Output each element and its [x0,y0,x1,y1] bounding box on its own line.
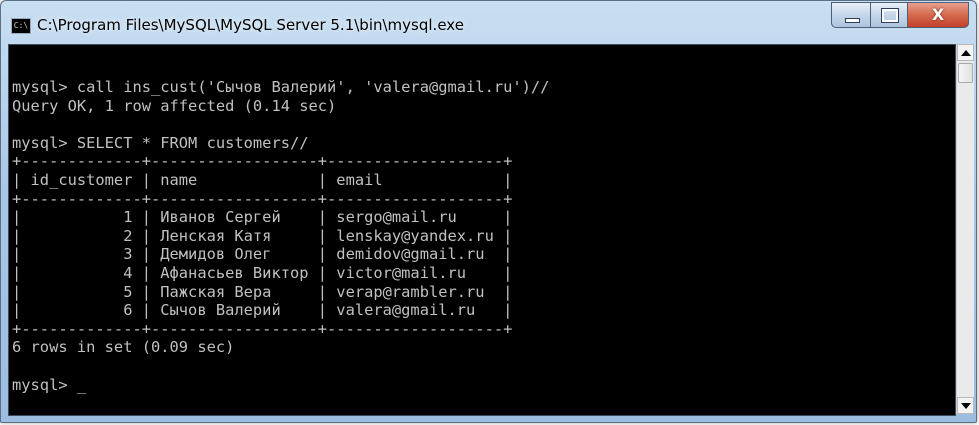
console-line: 6 rows in set (0.09 sec) [12,338,235,357]
console-window: C:\ C:\Program Files\MySQL\MySQL Server … [0,0,977,423]
scrollbar-thumb[interactable] [958,63,973,83]
vertical-scrollbar[interactable] [956,44,974,414]
console-text: mysql> call ins_cust('Сычов Валерий', 'v… [12,78,549,394]
console-output-area[interactable]: mysql> call ins_cust('Сычов Валерий', 'v… [8,44,956,416]
scroll-up-arrow-icon [961,50,971,56]
console-app-icon[interactable]: C:\ [11,18,31,34]
console-line: | 6 | Сычов Валерий | valera@gmail.ru | [12,301,513,320]
console-line: | 3 | Демидов Олег | demidov@gmail.ru | [12,245,513,264]
console-line: mysql> SELECT * FROM customers// [12,133,309,152]
console-line: +-------------+------------------+------… [12,152,513,171]
close-button[interactable]: X [907,2,969,28]
console-line: Query OK, 1 row affected (0.14 sec) [12,96,337,115]
minimize-button[interactable] [831,2,871,28]
console-line: mysql> call ins_cust('Сычов Валерий', 'v… [12,78,550,96]
console-line: | id_customer | name | email | [12,170,513,189]
console-line: mysql> [12,375,77,394]
console-line: +-------------+------------------+------… [12,319,513,338]
console-line: | 2 | Ленская Катя | lenskay@yandex.ru | [12,226,513,245]
title-bar[interactable]: C:\ C:\Program Files\MySQL\MySQL Server … [1,1,976,43]
maximize-icon [881,8,899,23]
scroll-down-arrow-icon [961,403,971,409]
window-title: C:\Program Files\MySQL\MySQL Server 5.1\… [37,16,464,34]
cursor: _ [76,375,87,394]
close-icon: X [931,5,945,24]
scroll-down-button[interactable] [957,397,974,414]
scroll-up-button[interactable] [957,44,974,61]
minimize-icon [845,18,860,23]
console-line: | 4 | Афанасьев Виктор | victor@mail.ru … [12,263,513,282]
maximize-button[interactable] [870,2,908,28]
console-line: | 5 | Пажская Вера | verap@rambler.ru | [12,282,513,301]
console-line: | 1 | Иванов Сергей | sergo@mail.ru | [12,208,513,227]
console-line: +-------------+------------------+------… [12,189,513,208]
